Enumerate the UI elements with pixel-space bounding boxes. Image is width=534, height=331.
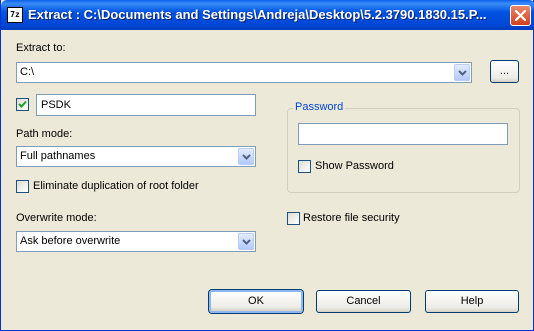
chevron-down-icon <box>242 154 251 160</box>
password-group <box>287 108 520 193</box>
show-password-label[interactable]: Show Password <box>315 160 394 172</box>
browse-button[interactable]: ... <box>490 60 519 83</box>
extract-to-combo[interactable]: C:\ <box>16 62 472 83</box>
folder-name-input[interactable]: PSDK <box>36 94 256 116</box>
overwrite-mode-value: Ask before overwrite <box>20 235 121 247</box>
overwrite-mode-label: Overwrite mode: <box>16 212 97 224</box>
checkmark-icon <box>18 100 27 108</box>
path-mode-dropdown-button[interactable] <box>238 148 254 165</box>
close-button[interactable] <box>510 5 531 26</box>
chevron-down-icon <box>242 239 251 245</box>
eliminate-duplication-checkbox[interactable] <box>16 180 29 193</box>
title-bar[interactable]: 7z Extract : C:\Documents and Settings\A… <box>1 0 534 30</box>
extract-dialog: 7z Extract : C:\Documents and Settings\A… <box>0 0 534 331</box>
show-password-checkbox[interactable] <box>298 160 311 173</box>
eliminate-duplication-label[interactable]: Eliminate duplication of root folder <box>33 180 199 192</box>
overwrite-mode-dropdown-button[interactable] <box>238 233 254 250</box>
overwrite-mode-select[interactable]: Ask before overwrite <box>16 231 256 252</box>
chevron-down-icon <box>458 70 467 76</box>
extract-to-label: Extract to: <box>16 42 66 54</box>
folder-name-value: PSDK <box>41 99 71 111</box>
extract-to-dropdown-button[interactable] <box>454 64 470 81</box>
folder-checkbox[interactable] <box>16 98 29 111</box>
path-mode-label: Path mode: <box>16 128 73 140</box>
extract-to-value: C:\ <box>20 66 35 78</box>
cancel-button[interactable]: Cancel <box>316 290 411 313</box>
path-mode-value: Full pathnames <box>20 150 96 162</box>
help-button[interactable]: Help <box>425 290 519 313</box>
7zip-app-icon: 7z <box>7 7 23 23</box>
password-input[interactable] <box>298 123 508 145</box>
ok-button[interactable]: OK <box>209 290 303 313</box>
password-group-title: Password <box>293 101 346 113</box>
restore-security-label[interactable]: Restore file security <box>303 212 400 224</box>
restore-security-checkbox[interactable] <box>287 212 300 225</box>
path-mode-select[interactable]: Full pathnames <box>16 146 256 167</box>
close-icon <box>515 10 526 21</box>
window-title: Extract : C:\Documents and Settings\Andr… <box>28 7 487 22</box>
